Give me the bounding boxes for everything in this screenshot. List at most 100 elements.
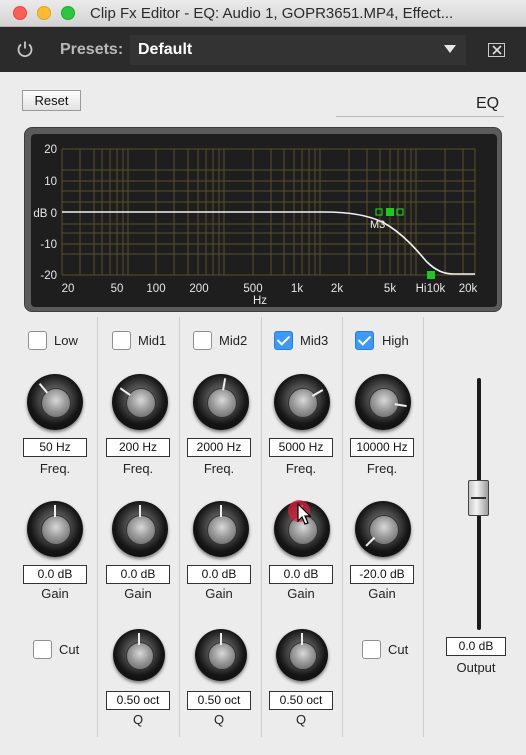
x-tick-100: 100 (146, 283, 165, 295)
x-tick-200: 200 (189, 283, 208, 295)
x-tick-500: 500 (243, 283, 262, 295)
close-icon (492, 45, 502, 55)
mid1-gain-label: Gain (124, 586, 152, 601)
mid3-q-label: Q (295, 712, 307, 727)
high-freq-label: Freq. (366, 461, 398, 476)
mid2-q-label: Q (213, 712, 225, 727)
mid3-gain-value[interactable]: 0.0 dB (269, 565, 333, 584)
zoom-window-button[interactable] (61, 6, 75, 20)
y-tick-10: 10 (44, 176, 57, 188)
mid3-freq-knob[interactable] (274, 374, 330, 430)
band-divider (97, 317, 98, 737)
dropdown-arrow-icon (444, 45, 456, 53)
y-tick-0: dB 0 (33, 208, 57, 220)
mid2-q-knob[interactable] (195, 629, 247, 681)
mid3-q-knob[interactable] (276, 629, 328, 681)
low-cut-label: Cut (59, 642, 80, 657)
mid2-freq-knob[interactable] (193, 374, 249, 430)
mid3-freq-value[interactable]: 5000 Hz (269, 438, 333, 457)
window-titlebar: Clip Fx Editor - EQ: Audio 1, GOPR3651.M… (0, 0, 526, 27)
window-title: Clip Fx Editor - EQ: Audio 1, GOPR3651.M… (90, 5, 454, 22)
power-icon[interactable] (16, 40, 34, 58)
high-freq-knob[interactable] (355, 374, 411, 430)
mid1-freq-label: Freq. (122, 461, 154, 476)
eq-graph[interactable]: M3 20 10 dB 0 -10 -20 20 50 100 200 500 … (24, 127, 502, 312)
mid3-band-handle[interactable] (386, 208, 394, 216)
x-axis-unit: Hz (253, 295, 267, 307)
band-divider (261, 317, 262, 737)
high-gain-value[interactable]: -20.0 dB (350, 565, 414, 584)
mid1-q-value[interactable]: 0.50 oct (106, 691, 170, 710)
x-tick-hi: Hi (416, 283, 427, 295)
x-tick-50: 50 (111, 283, 124, 295)
low-gain-label: Gain (41, 586, 69, 601)
mid3-q-left-handle[interactable] (375, 208, 383, 216)
mid3-enable-checkbox[interactable] (274, 331, 293, 350)
x-tick-20k: 20k (459, 283, 478, 295)
mid1-enable-checkbox[interactable] (112, 331, 131, 350)
mid2-gain-label: Gain (205, 586, 233, 601)
low-freq-value[interactable]: 50 Hz (23, 438, 87, 457)
eq-label: EQ (476, 95, 500, 112)
x-tick-1k: 1k (291, 283, 303, 295)
low-cut-checkbox[interactable] (33, 640, 52, 659)
mid1-gain-value[interactable]: 0.0 dB (106, 565, 170, 584)
low-enable-checkbox[interactable] (28, 331, 47, 350)
output-fader-handle[interactable] (468, 480, 489, 516)
high-band-handle[interactable] (427, 271, 435, 279)
eq-response-curve (62, 211, 475, 275)
mid3-freq-label: Freq. (285, 461, 317, 476)
high-gain-knob[interactable] (355, 501, 411, 557)
band-divider (179, 317, 180, 737)
low-gain-value[interactable]: 0.0 dB (23, 565, 87, 584)
x-tick-5k: 5k (384, 283, 396, 295)
mid3-q-value[interactable]: 0.50 oct (269, 691, 333, 710)
high-cut-checkbox[interactable] (362, 640, 381, 659)
presets-dropdown[interactable]: Default (130, 35, 466, 65)
y-tick-minus-20: -20 (40, 270, 57, 282)
mid1-freq-value[interactable]: 200 Hz (106, 438, 170, 457)
minimize-window-button[interactable] (37, 6, 51, 20)
output-value[interactable]: 0.0 dB (446, 637, 506, 656)
x-tick-2k: 2k (331, 283, 343, 295)
low-freq-knob[interactable] (27, 374, 83, 430)
mid1-q-knob[interactable] (113, 629, 165, 681)
high-cut-label: Cut (388, 642, 409, 657)
mid2-gain-value[interactable]: 0.0 dB (187, 565, 251, 584)
presets-bar: Presets: Default (0, 27, 526, 72)
output-label: Output (456, 660, 496, 675)
mid2-q-value[interactable]: 0.50 oct (187, 691, 251, 710)
band-divider (423, 317, 424, 737)
close-panel-button[interactable] (488, 43, 505, 57)
mid1-freq-knob[interactable] (112, 374, 168, 430)
mid3-gain-label: Gain (287, 586, 315, 601)
mid2-freq-value[interactable]: 2000 Hz (187, 438, 251, 457)
y-tick-minus-10: -10 (40, 239, 57, 251)
mid3-band-label: Mid3 (300, 333, 329, 348)
band-divider (342, 317, 343, 737)
high-gain-label: Gain (368, 586, 396, 601)
high-band-label: High (382, 333, 409, 348)
mid2-band-label: Mid2 (219, 333, 248, 348)
x-tick-20: 20 (62, 283, 75, 295)
low-band-label: Low (54, 333, 78, 348)
low-freq-label: Freq. (39, 461, 71, 476)
mid1-band-label: Mid1 (138, 333, 167, 348)
mid2-freq-label: Freq. (203, 461, 235, 476)
close-window-button[interactable] (13, 6, 27, 20)
reset-button[interactable]: Reset (22, 90, 81, 111)
mouse-cursor-icon (297, 503, 312, 525)
low-gain-knob[interactable] (27, 501, 83, 557)
y-tick-20: 20 (44, 144, 57, 156)
x-tick-10k: 10k (427, 283, 446, 295)
high-enable-checkbox[interactable] (355, 331, 374, 350)
preset-value: Default (138, 41, 193, 58)
mid3-marker-label: M3 (370, 219, 385, 231)
mid2-enable-checkbox[interactable] (193, 331, 212, 350)
high-freq-value[interactable]: 10000 Hz (350, 438, 414, 457)
presets-label: Presets: (60, 41, 124, 58)
mid1-gain-knob[interactable] (112, 501, 168, 557)
eq-divider (336, 116, 504, 117)
mid2-gain-knob[interactable] (193, 501, 249, 557)
mid1-q-label: Q (132, 712, 144, 727)
